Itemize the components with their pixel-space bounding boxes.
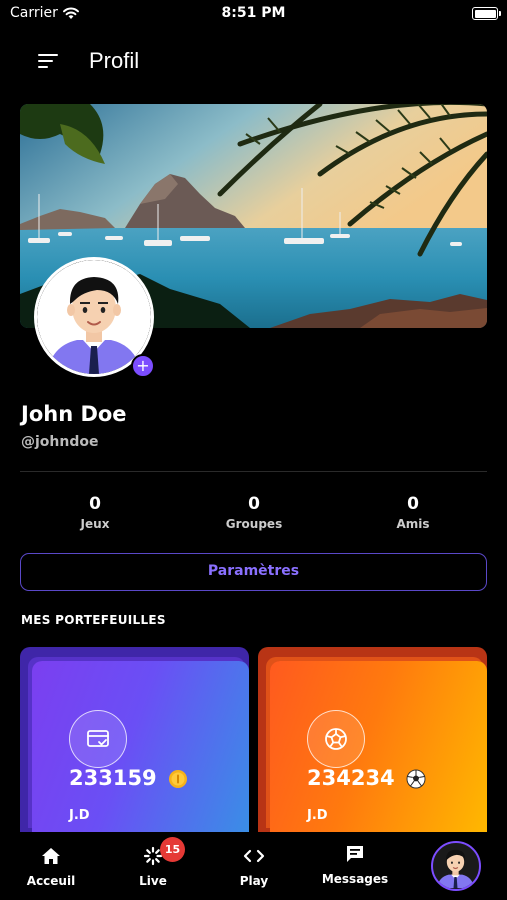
code-icon (214, 844, 294, 868)
card-check-icon (69, 710, 127, 768)
tab-messages[interactable]: Messages (315, 842, 395, 886)
stat-label: Groupes (225, 517, 283, 531)
wallet-card-face (270, 661, 487, 832)
wallet-amount-value: 233159 (69, 766, 157, 790)
status-bar: Carrier 8:51 PM (0, 0, 507, 28)
live-count-badge: 15 (160, 837, 185, 862)
tab-label: Live (139, 874, 167, 888)
battery-icon (472, 7, 501, 20)
header: Profil (0, 40, 507, 84)
profile-handle: @johndoe (21, 434, 99, 450)
wallet-amount: 233159 (69, 766, 188, 790)
wallet-owner: J.D (307, 808, 328, 823)
home-icon (11, 844, 91, 868)
soccer-ball-icon (406, 769, 426, 789)
stat-value: 0 (248, 494, 260, 514)
menu-icon[interactable] (38, 52, 62, 72)
wallet-card-balls[interactable]: 234234 J.D (258, 647, 487, 832)
stat-groups[interactable]: 0 Groupes (194, 494, 314, 531)
wallets-section-title: MES PORTEFEUILLES (21, 613, 166, 627)
wallet-card-coins[interactable]: 233159 J.D (20, 647, 249, 832)
soccer-ball-icon (307, 710, 365, 768)
tab-home[interactable]: Acceuil (11, 844, 91, 888)
tab-label: Messages (321, 872, 389, 886)
stat-games[interactable]: 0 Jeux (35, 494, 155, 531)
wallet-amount: 234234 (307, 766, 426, 790)
tab-label: Acceuil (26, 874, 76, 888)
avatar[interactable] (431, 841, 481, 891)
stat-label: Amis (396, 517, 430, 531)
wallet-card-face (32, 661, 249, 832)
profile-name: John Doe (21, 402, 127, 426)
settings-button[interactable]: Paramètres (20, 553, 487, 591)
divider (20, 471, 487, 472)
stat-value: 0 (89, 494, 101, 514)
message-icon (315, 842, 395, 866)
coin-icon (168, 770, 187, 788)
tab-label: Play (239, 874, 269, 888)
stat-value: 0 (407, 494, 419, 514)
add-photo-button[interactable]: + (131, 354, 155, 378)
stats-row: 0 Jeux 0 Groupes 0 Amis (0, 494, 507, 538)
wallet-amount-value: 234234 (307, 766, 395, 790)
clock: 8:51 PM (221, 5, 286, 21)
tab-play[interactable]: Play (214, 844, 294, 888)
wallet-owner: J.D (69, 808, 90, 823)
stat-label: Jeux (80, 517, 110, 531)
page-title: Profil (89, 48, 140, 73)
stat-friends[interactable]: 0 Amis (353, 494, 473, 531)
